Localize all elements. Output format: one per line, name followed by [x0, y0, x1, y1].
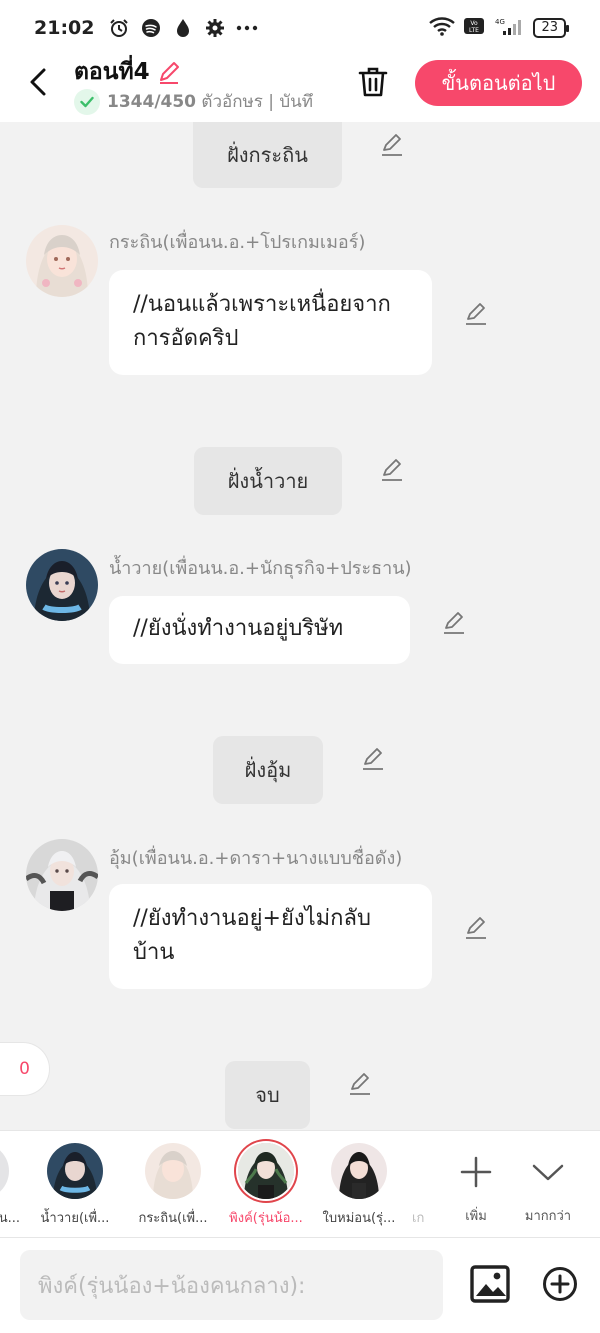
- edit-message-button[interactable]: [440, 608, 468, 636]
- spotify-icon: [140, 17, 162, 39]
- plus-icon: [441, 1145, 511, 1199]
- status-bar: 21:02 Vo LTE 4G 23: [0, 0, 600, 56]
- back-icon: [30, 68, 46, 96]
- edit-title-button[interactable]: [156, 59, 182, 85]
- pen-icon: [363, 748, 383, 770]
- character-item-label: กระถิน(เพื่...: [138, 1211, 208, 1226]
- edit-message-button[interactable]: [462, 299, 490, 327]
- character-name: กระถิน(เพื่อนน.อ.+โปรเกมเมอร์): [109, 232, 366, 253]
- avatar: [0, 1143, 9, 1199]
- char-count: 1344/450: [107, 92, 197, 112]
- battery-icon: 23: [533, 18, 569, 38]
- status-icons-right: Vo LTE 4G 23: [429, 16, 569, 41]
- character-item-selected[interactable]: พิงค์(รุ่นน้อ...: [227, 1143, 305, 1228]
- message-bubble[interactable]: //ยังนั่งทำงานอยู่บริษัท: [109, 596, 410, 664]
- pen-icon: [350, 1073, 370, 1095]
- edit-scene-button[interactable]: [378, 130, 406, 158]
- character-selector[interactable]: น... น้ำวาย(เพื่... กระถิน(เพื่... พิงค์…: [0, 1130, 600, 1238]
- svg-text:Vo: Vo: [471, 20, 479, 27]
- signal-icon: 4G: [493, 16, 525, 41]
- avatar: [145, 1143, 201, 1199]
- avatar-um[interactable]: [26, 839, 98, 911]
- message-input[interactable]: พิงค์(รุ่นน้อง+น้องคนกลาง):: [20, 1250, 443, 1320]
- input-bar: พิงค์(รุ่นน้อง+น้องคนกลาง):: [0, 1238, 600, 1333]
- pen-icon: [382, 134, 402, 156]
- scene-label[interactable]: ฝั่งน้ำวาย: [194, 447, 342, 515]
- character-item-label: น...: [0, 1211, 20, 1226]
- chevron-down-icon: [513, 1145, 583, 1199]
- scene-label[interactable]: ฝั่งกระถิน: [193, 122, 342, 188]
- avatar: [238, 1143, 294, 1199]
- pen-icon: [159, 62, 179, 84]
- edit-scene-button[interactable]: [346, 1069, 374, 1097]
- add-character-button[interactable]: เพิ่ม: [441, 1145, 511, 1226]
- character-name: น้ำวาย(เพื่อนน.อ.+นักธุรกิจ+ประธาน): [109, 558, 412, 579]
- character-item[interactable]: กระถิน(เพื่...: [134, 1143, 212, 1228]
- pen-icon: [382, 459, 402, 481]
- char-count-text: 1344/450 ตัวอักษร | บันทึ: [107, 88, 313, 115]
- more-icon: [236, 17, 258, 39]
- check-icon: [74, 88, 100, 115]
- character-item[interactable]: น...: [0, 1143, 20, 1228]
- title-row: ตอนที่4: [74, 56, 182, 88]
- more-label: มากกว่า: [524, 1209, 572, 1224]
- drop-icon: [172, 17, 194, 39]
- edit-message-button[interactable]: [462, 913, 490, 941]
- character-item-label: พิงค์(รุ่นน้อ...: [229, 1211, 303, 1226]
- trash-icon: [358, 67, 388, 97]
- character-name: อุ้ม(เพื่อนน.อ.+ดารา+นางแบบชื่อดัง): [109, 848, 403, 869]
- insert-image-button[interactable]: [470, 1264, 510, 1304]
- pen-icon: [444, 612, 464, 634]
- add-label: เพิ่ม: [465, 1209, 487, 1224]
- avatar-namwai[interactable]: [26, 549, 98, 621]
- character-item[interactable]: เก: [412, 1143, 428, 1228]
- character-item[interactable]: ใบหม่อน(รุ่...: [320, 1143, 398, 1228]
- page-title: ตอนที่4: [74, 59, 150, 85]
- character-item[interactable]: น้ำวาย(เพื่...: [36, 1143, 114, 1228]
- next-step-button[interactable]: ขั้นตอนต่อไป: [415, 60, 582, 106]
- delete-button[interactable]: [356, 64, 390, 100]
- more-options-button[interactable]: [541, 1265, 579, 1303]
- gear-icon: [204, 17, 226, 39]
- pen-icon: [466, 917, 486, 939]
- avatar: [331, 1143, 387, 1199]
- character-item-label: เก: [412, 1211, 425, 1226]
- message-bubble[interactable]: //ยังทำงานอยู่+ยังไม่กลับบ้าน: [109, 884, 432, 989]
- back-button[interactable]: [22, 64, 54, 100]
- save-status: 1344/450 ตัวอักษร | บันทึ: [74, 88, 332, 115]
- header: ตอนที่4 1344/450 ตัวอักษร | บันทึ ขั้นตอ…: [0, 56, 600, 122]
- edit-scene-button[interactable]: [378, 455, 406, 483]
- avatar-krathin[interactable]: [26, 225, 98, 297]
- svg-text:LTE: LTE: [469, 27, 479, 34]
- status-time: 21:02: [34, 17, 95, 39]
- character-item-label: ใบหม่อน(รุ่...: [322, 1211, 396, 1226]
- image-icon: [470, 1265, 510, 1303]
- scene-label[interactable]: ฝั่งอุ้ม: [213, 736, 323, 804]
- character-item-label: น้ำวาย(เพื่...: [40, 1211, 110, 1226]
- message-bubble[interactable]: //นอนแล้วเพราะเหนื่อยจากการอัดคริป: [109, 270, 432, 375]
- edit-scene-button[interactable]: [359, 744, 387, 772]
- wifi-icon: [429, 16, 456, 41]
- svg-text:4G: 4G: [495, 18, 505, 26]
- char-count-suffix: ตัวอักษร | บันทึ: [196, 92, 313, 112]
- more-characters-button[interactable]: มากกว่า: [513, 1145, 583, 1226]
- scene-label[interactable]: จบ: [225, 1061, 310, 1129]
- add-circle-icon: [543, 1267, 577, 1301]
- alarm-icon: [108, 17, 130, 39]
- status-icons-left: [108, 17, 258, 39]
- volte-icon: Vo LTE: [463, 16, 485, 41]
- avatar: [47, 1143, 103, 1199]
- pen-icon: [466, 303, 486, 325]
- chat-area[interactable]: ฝั่งกระถิน กระถิน(เพื่อนน.อ.+โปรเกมเมอร์…: [0, 122, 600, 1130]
